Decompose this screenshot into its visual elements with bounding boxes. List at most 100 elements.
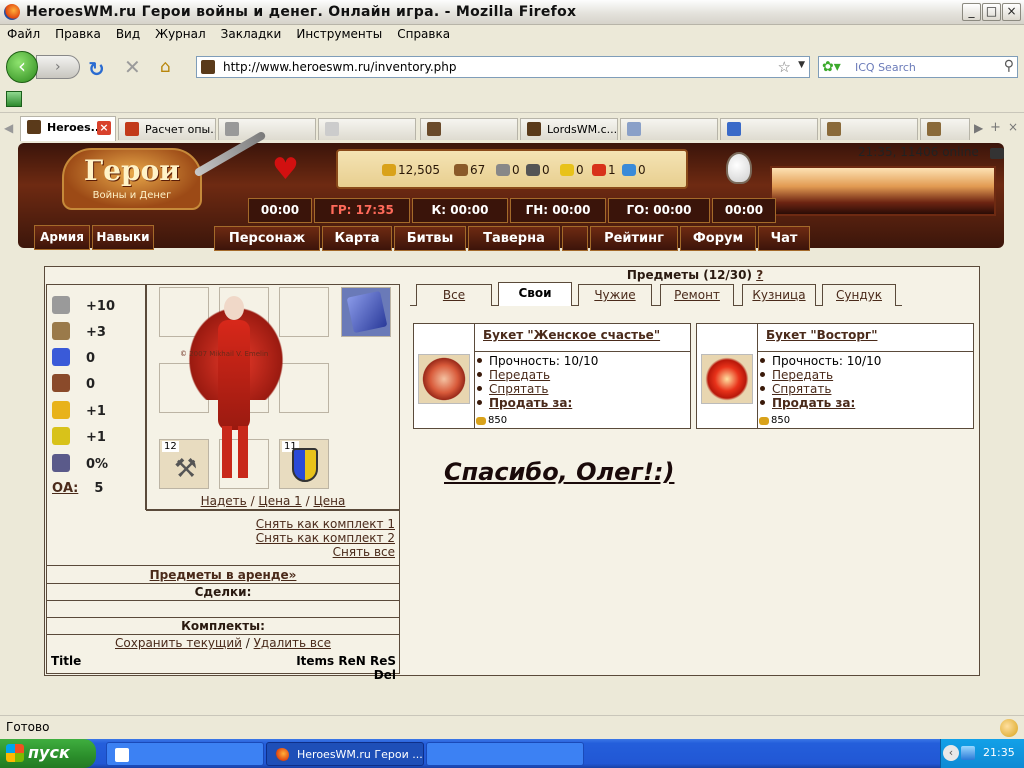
tab-scroll-right-icon[interactable]: ▶ <box>974 121 983 135</box>
menu-help[interactable]: Справка <box>390 25 458 41</box>
put-on-link[interactable]: Надеть <box>201 494 247 508</box>
nav-rating[interactable]: Рейтинг <box>590 226 678 251</box>
give-link[interactable]: Передать <box>760 368 973 382</box>
remove-all-link[interactable]: Снять все <box>200 545 395 559</box>
help-link[interactable]: ? <box>756 268 763 282</box>
bookmark-star-icon[interactable]: ☆ <box>778 58 791 76</box>
menu-tools[interactable]: Инструменты <box>289 25 390 41</box>
tab-scroll-left-icon[interactable]: ◀ <box>4 121 13 135</box>
tab-3[interactable] <box>218 118 316 140</box>
menu-bookmarks[interactable]: Закладки <box>214 25 290 41</box>
tab-7[interactable] <box>620 118 718 140</box>
remove-set2-link[interactable]: Снять как комплект 2 <box>200 531 395 545</box>
tab-heroes[interactable]: Heroes... × <box>20 116 116 141</box>
nav-forum[interactable]: Форум <box>680 226 756 251</box>
stat-value: +1 <box>86 430 106 445</box>
nav-battles[interactable]: Битвы <box>394 226 466 251</box>
taskbar-item-firefox[interactable]: HeroesWM.ru Герои ... <box>266 742 424 766</box>
sell-link[interactable]: Продать за: <box>477 396 690 410</box>
tray-arrow-icon[interactable]: ‹ <box>943 745 959 761</box>
search-icon[interactable]: ⚲ <box>1004 58 1014 74</box>
menu-edit[interactable]: Правка <box>48 25 109 41</box>
hide-link[interactable]: Спрятать <box>760 382 973 396</box>
item-title-link[interactable]: Букет "Восторг" <box>757 324 973 352</box>
timer-go: ГО: 00:00 <box>608 198 710 223</box>
subtab-own[interactable]: Свои <box>498 282 572 306</box>
nav-character[interactable]: Персонаж <box>214 226 320 251</box>
taskbar-item[interactable] <box>426 742 584 766</box>
subtab-chest[interactable]: Сундук <box>822 284 896 306</box>
status-bar: Готово <box>0 715 1024 739</box>
subtab-others[interactable]: Чужие <box>578 284 652 306</box>
nav-map[interactable]: Карта <box>322 226 392 251</box>
addon-smiley-icon[interactable] <box>1000 719 1018 737</box>
hide-link[interactable]: Спрятать <box>477 382 690 396</box>
url-bar[interactable]: http://www.heroeswm.ru/inventory.php ☆ ▼ <box>196 56 810 78</box>
bouquet-image[interactable] <box>701 354 753 404</box>
tab-lordswm[interactable]: LordsWM.c... <box>520 118 618 140</box>
status-text: Готово <box>6 720 50 734</box>
give-link[interactable]: Передать <box>477 368 690 382</box>
resource-wood: 67 <box>454 163 485 177</box>
home-icon[interactable]: ⌂ <box>160 57 171 77</box>
new-tab-icon[interactable]: + <box>990 120 1001 135</box>
gold-icon <box>759 417 769 425</box>
tab-raschet[interactable]: Расчет опы... <box>118 118 216 140</box>
save-current-link[interactable]: Сохранить текущий <box>115 636 242 650</box>
header-landscape-image <box>770 166 996 216</box>
menu-history[interactable]: Журнал <box>148 25 214 41</box>
close-button[interactable]: × <box>1002 3 1021 21</box>
subtab-label: Сундук <box>836 288 882 302</box>
resource-ore: 0 <box>496 163 520 177</box>
hero-leg-left <box>222 426 232 478</box>
sell-link[interactable]: Продать за: <box>760 396 973 410</box>
menu-view[interactable]: Вид <box>109 25 148 41</box>
maximize-button[interactable]: □ <box>982 3 1001 21</box>
forward-button[interactable]: › <box>36 55 80 79</box>
taskbar-item[interactable] <box>106 742 264 766</box>
timer-gr: ГР: 17:35 <box>314 198 410 223</box>
url-dropdown-icon[interactable]: ▼ <box>798 60 805 70</box>
tab-close-icon[interactable]: × <box>97 121 111 135</box>
bouquet-image[interactable] <box>418 354 470 404</box>
nav-chat[interactable]: Чат <box>758 226 810 251</box>
stop-icon[interactable]: ✕ <box>124 55 141 79</box>
search-bar[interactable]: ✿▾ ICQ Search ⚲ <box>818 56 1018 78</box>
start-button[interactable]: пуск <box>0 739 96 768</box>
tab-8[interactable] <box>720 118 818 140</box>
icq-flower-icon[interactable]: ✿▾ <box>822 59 841 75</box>
nav-army[interactable]: Армия <box>34 225 90 250</box>
subtab-all[interactable]: Все <box>416 284 492 306</box>
delete-all-link[interactable]: Удалить все <box>254 636 331 650</box>
game-logo[interactable]: Герои Войны и Денег <box>62 148 202 210</box>
subtab-repair[interactable]: Ремонт <box>660 284 734 306</box>
url-text[interactable]: http://www.heroeswm.ru/inventory.php <box>223 60 457 74</box>
search-input[interactable]: ICQ Search <box>855 61 916 74</box>
range-icon <box>52 454 70 472</box>
slot-book[interactable] <box>341 287 391 337</box>
network-icon[interactable] <box>961 746 975 760</box>
download-icon[interactable] <box>6 91 22 107</box>
tab-10[interactable] <box>920 118 970 140</box>
oa-label[interactable]: ОА: <box>52 481 78 496</box>
reload-icon[interactable]: ↻ <box>88 57 105 81</box>
price-link[interactable]: Цена <box>313 494 345 508</box>
rent-link[interactable]: Предметы в аренде» <box>150 568 297 582</box>
item-title-link[interactable]: Букет "Женское счастье" <box>474 324 690 352</box>
remove-set1-link[interactable]: Снять как комплект 1 <box>200 517 395 531</box>
menu-file[interactable]: Файл <box>0 25 48 41</box>
gold-icon <box>382 164 396 176</box>
nav-skills[interactable]: Навыки <box>92 225 154 250</box>
back-button[interactable]: ‹ <box>6 51 38 83</box>
sets-header: Комплекты: <box>46 617 400 634</box>
tab-4[interactable] <box>318 118 416 140</box>
resource-sulfur: 0 <box>560 163 584 177</box>
price1-link[interactable]: Цена 1 <box>258 494 301 508</box>
minimize-button[interactable]: _ <box>962 3 981 21</box>
nav-tavern[interactable]: Таверна <box>468 226 560 251</box>
subtab-forge[interactable]: Кузница <box>742 284 816 306</box>
close-tab-icon[interactable]: × <box>1008 120 1018 134</box>
mail-icon[interactable] <box>990 148 1004 159</box>
tab-9[interactable] <box>820 118 918 140</box>
tab-5[interactable] <box>420 118 518 140</box>
